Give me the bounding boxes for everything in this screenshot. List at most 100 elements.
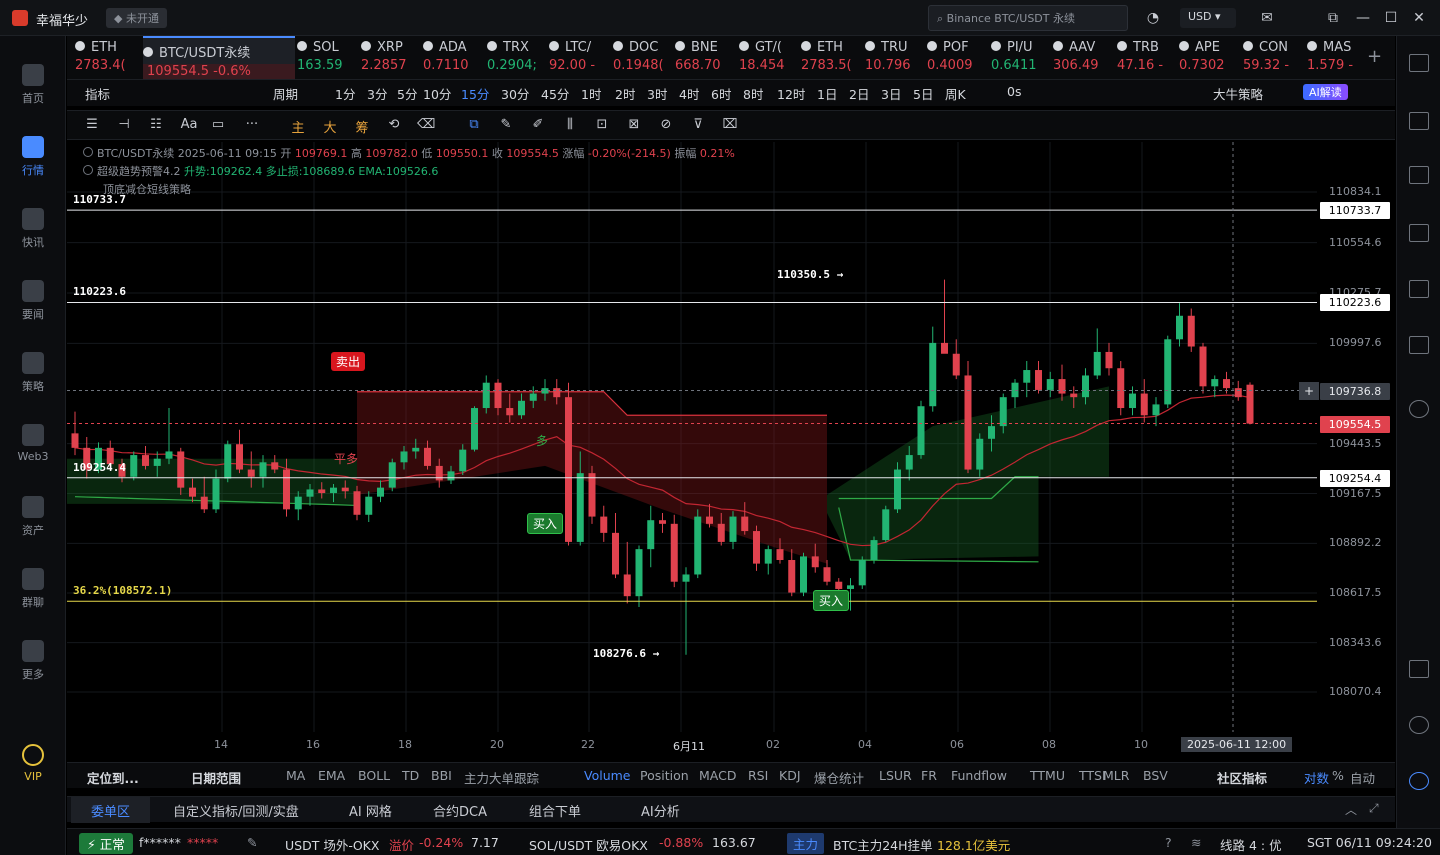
sidebar-item-groupchat[interactable]: 群聊 xyxy=(0,560,66,622)
period-23[interactable]: AI解读 xyxy=(1303,84,1348,100)
panel-tab-2[interactable]: AI 网格 xyxy=(329,797,412,823)
ticker-tab[interactable]: ETH 2783.4( xyxy=(75,36,133,80)
period-2[interactable]: 1分 xyxy=(335,84,355,103)
panel-tab-1[interactable]: 自定义指标/回测/实盘 xyxy=(153,797,319,823)
sidebar-item-vip[interactable]: VIP xyxy=(0,736,66,798)
lock-icon[interactable]: ⊡ xyxy=(593,117,611,133)
large-order-button[interactable]: 大 xyxy=(321,117,339,136)
period-17[interactable]: 2日 xyxy=(849,84,869,103)
sidebar-item-strategy[interactable]: 策略 xyxy=(0,344,66,406)
period-15[interactable]: 12时 xyxy=(777,84,805,103)
panel-tab-5[interactable]: AI分析 xyxy=(621,797,700,823)
period-22[interactable]: 大牛策略 xyxy=(1213,84,1263,103)
font-size-button[interactable]: Aa xyxy=(177,117,201,133)
period-20[interactable]: 周K xyxy=(945,84,966,103)
panel-tab-3[interactable]: 合约DCA xyxy=(413,797,507,823)
document-icon[interactable] xyxy=(1409,112,1429,130)
help-icon[interactable]: ? xyxy=(1165,835,1172,850)
period-12[interactable]: 4时 xyxy=(679,84,699,103)
sidebar-item-more[interactable]: 更多 xyxy=(0,632,66,694)
ticker-tab[interactable]: BNE 668.70 xyxy=(675,36,733,80)
add-ticker-icon[interactable]: + xyxy=(1367,46,1382,67)
filter-icon[interactable]: ⊽ xyxy=(689,117,707,133)
sidebar-item-assets[interactable]: 资产 xyxy=(0,488,66,550)
indicator-8[interactable]: Volume xyxy=(584,768,631,783)
ticker-tab[interactable]: LTC/92.00 - xyxy=(549,36,607,80)
period-6[interactable]: 15分 xyxy=(461,84,489,103)
cycle-icon[interactable]: ⟲ xyxy=(385,117,403,133)
indicator-19[interactable]: MLR xyxy=(1103,768,1129,783)
bell-icon[interactable]: ◔ xyxy=(1144,9,1162,27)
mail-icon[interactable]: ✉ xyxy=(1258,9,1276,27)
sidebar-item-headlines[interactable]: 要闻 xyxy=(0,272,66,334)
ticker-tab[interactable]: ETH 2783.5( xyxy=(801,36,859,80)
ticker-tab[interactable]: DOC 0.1948( xyxy=(613,36,671,80)
indicator-11[interactable]: RSI xyxy=(748,768,768,783)
indicator-12[interactable]: KDJ xyxy=(779,768,801,783)
refresh-icon[interactable] xyxy=(1409,400,1429,418)
popout-icon[interactable]: ⧉ xyxy=(1324,9,1342,27)
period-18[interactable]: 3日 xyxy=(881,84,901,103)
hline-icon[interactable]: ⊣ xyxy=(115,117,133,133)
ticker-tab[interactable]: GT/(18.454 xyxy=(739,36,797,80)
layout-icon[interactable] xyxy=(1409,54,1429,72)
period-11[interactable]: 3时 xyxy=(647,84,667,103)
ticker-tab[interactable]: MAS 1.579 - xyxy=(1307,36,1365,80)
ticker-tab[interactable]: PI/U 0.6411 xyxy=(991,36,1049,80)
ticker-tab[interactable]: BTC/USDT永续 109554.5 -0.6% xyxy=(143,36,295,80)
edit-icon[interactable]: ✎ xyxy=(247,835,257,850)
copy-icon[interactable]: ⧉ xyxy=(465,117,483,133)
menu-icon[interactable]: ☰ xyxy=(83,117,101,133)
main-button[interactable]: 主 xyxy=(289,117,307,136)
monitor-icon[interactable] xyxy=(1409,280,1429,298)
indicator-23[interactable]: % xyxy=(1332,768,1344,783)
edit-icon[interactable]: ⊠ xyxy=(625,117,643,133)
indicator-17[interactable]: TTMU xyxy=(1030,768,1065,783)
chips-button[interactable]: 筹 xyxy=(353,117,371,136)
magnet-icon[interactable]: ⊘ xyxy=(657,117,675,133)
period-10[interactable]: 2时 xyxy=(615,84,635,103)
period-19[interactable]: 5日 xyxy=(913,84,933,103)
indicator-20[interactable]: BSV xyxy=(1143,768,1168,783)
indicator-10[interactable]: MACD xyxy=(699,768,736,783)
search-input[interactable]: ⌕ Binance BTC/USDT 永续 xyxy=(928,5,1128,31)
period-16[interactable]: 1日 xyxy=(817,84,837,103)
indicator-2[interactable]: MA xyxy=(286,768,305,783)
trade-icon[interactable] xyxy=(1409,166,1429,184)
chart-canvas[interactable] xyxy=(67,142,1395,757)
panel-tab-4[interactable]: 组合下单 xyxy=(509,797,601,823)
indicator-22[interactable]: 对数 xyxy=(1304,768,1329,787)
sidebar-item-web3[interactable]: Web3 xyxy=(0,416,66,478)
period-1[interactable]: 周期 xyxy=(273,84,298,103)
robot-icon[interactable] xyxy=(1409,772,1429,790)
period-9[interactable]: 1时 xyxy=(581,84,601,103)
ticker-tab[interactable]: TRB 47.16 - xyxy=(1117,36,1175,80)
period-3[interactable]: 3分 xyxy=(367,84,387,103)
indicator-0[interactable]: 定位到... xyxy=(87,768,139,787)
indicator-24[interactable]: 自动 xyxy=(1350,768,1375,787)
window-icon[interactable] xyxy=(1409,660,1429,678)
sidebar-item-news[interactable]: 快讯 xyxy=(0,200,66,262)
collapse-icon[interactable]: ︿ xyxy=(1345,801,1357,818)
maximize-icon[interactable]: ☐ xyxy=(1382,9,1400,27)
indicator-21[interactable]: 社区指标 xyxy=(1217,768,1267,787)
support-icon[interactable] xyxy=(1409,716,1429,734)
ticker-tab[interactable]: TRU 10.796 xyxy=(865,36,923,80)
period-0[interactable]: 指标 xyxy=(85,84,110,103)
indicator-7[interactable]: 主力大单跟踪 xyxy=(464,768,539,787)
period-21[interactable]: 0s xyxy=(1007,84,1021,99)
period-4[interactable]: 5分 xyxy=(397,84,417,103)
indicator-14[interactable]: LSUR xyxy=(879,768,912,783)
list-icon[interactable]: ☷ xyxy=(147,117,165,133)
ticker-tab[interactable]: SOL 163.59 xyxy=(297,36,355,80)
ticker-tab[interactable]: XRP 2.2857 xyxy=(361,36,419,80)
indicator-15[interactable]: FR xyxy=(921,768,937,783)
ruler-icon[interactable]: ▭ xyxy=(209,117,227,133)
currency-select[interactable]: USD ▾ xyxy=(1180,8,1236,28)
pen-icon[interactable]: ✎ xyxy=(497,117,515,133)
add-crosshair-icon[interactable]: + xyxy=(1299,381,1319,400)
indicator-18[interactable]: TTSI xyxy=(1079,768,1106,783)
ticker-tab[interactable]: ADA 0.7110 xyxy=(423,36,481,80)
ticker-tab[interactable]: TRX 0.2904; xyxy=(487,36,545,80)
ticker-tab[interactable]: AAV 306.49 xyxy=(1053,36,1111,80)
